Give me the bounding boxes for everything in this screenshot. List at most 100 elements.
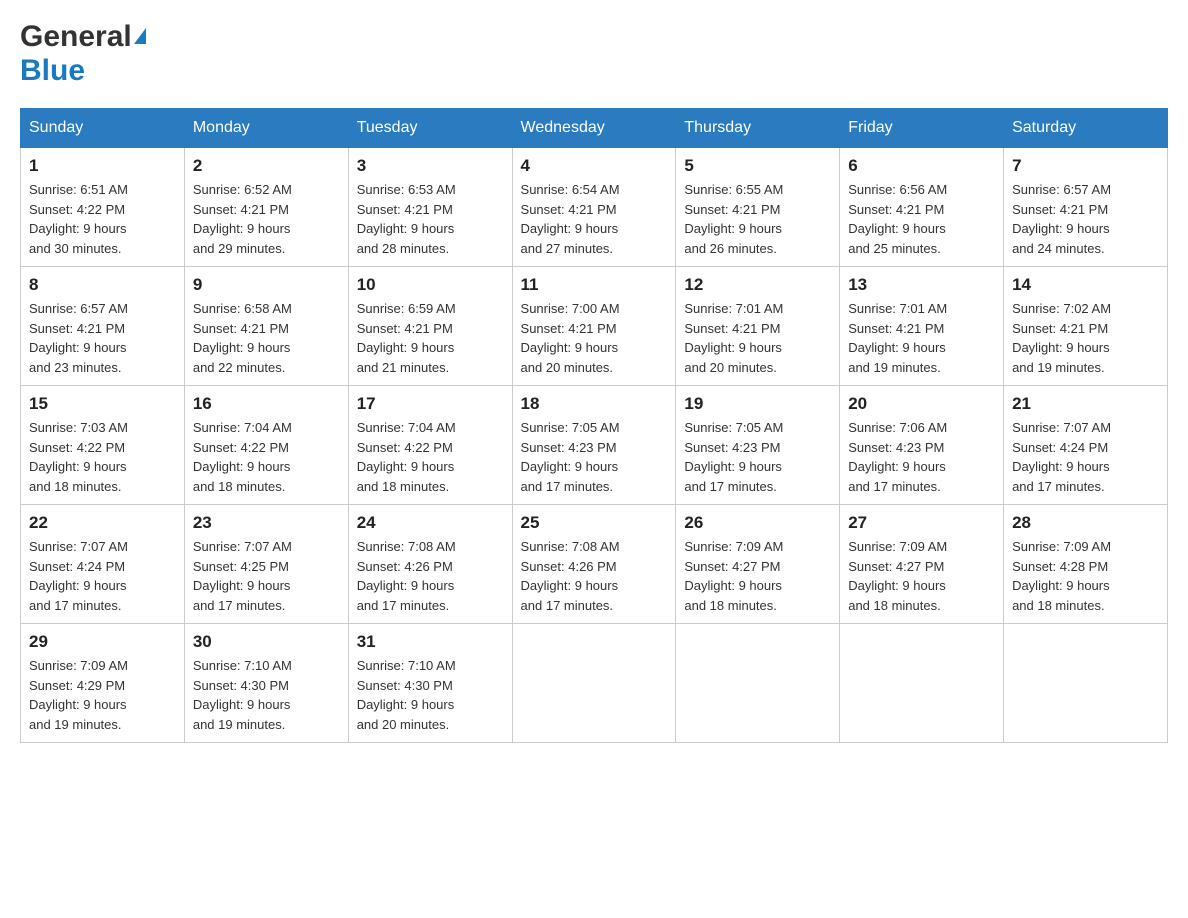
page-header: General Blue — [20, 20, 1168, 88]
day-number: 26 — [684, 513, 831, 533]
day-info: Sunrise: 7:05 AM Sunset: 4:23 PM Dayligh… — [684, 418, 831, 496]
calendar-cell: 21 Sunrise: 7:07 AM Sunset: 4:24 PM Dayl… — [1004, 386, 1168, 505]
calendar-cell — [512, 624, 676, 743]
day-info: Sunrise: 7:10 AM Sunset: 4:30 PM Dayligh… — [357, 656, 504, 734]
day-header-wednesday: Wednesday — [512, 109, 676, 148]
calendar-cell: 31 Sunrise: 7:10 AM Sunset: 4:30 PM Dayl… — [348, 624, 512, 743]
calendar-cell: 5 Sunrise: 6:55 AM Sunset: 4:21 PM Dayli… — [676, 148, 840, 267]
calendar-cell: 10 Sunrise: 6:59 AM Sunset: 4:21 PM Dayl… — [348, 267, 512, 386]
calendar-cell: 26 Sunrise: 7:09 AM Sunset: 4:27 PM Dayl… — [676, 505, 840, 624]
calendar-cell: 8 Sunrise: 6:57 AM Sunset: 4:21 PM Dayli… — [21, 267, 185, 386]
day-number: 21 — [1012, 394, 1159, 414]
day-info: Sunrise: 6:59 AM Sunset: 4:21 PM Dayligh… — [357, 299, 504, 377]
week-row-2: 8 Sunrise: 6:57 AM Sunset: 4:21 PM Dayli… — [21, 267, 1168, 386]
week-row-1: 1 Sunrise: 6:51 AM Sunset: 4:22 PM Dayli… — [21, 148, 1168, 267]
calendar-cell — [676, 624, 840, 743]
day-info: Sunrise: 7:07 AM Sunset: 4:24 PM Dayligh… — [29, 537, 176, 615]
day-info: Sunrise: 7:02 AM Sunset: 4:21 PM Dayligh… — [1012, 299, 1159, 377]
logo-general-text: General — [20, 20, 132, 54]
calendar-cell: 11 Sunrise: 7:00 AM Sunset: 4:21 PM Dayl… — [512, 267, 676, 386]
calendar-table: SundayMondayTuesdayWednesdayThursdayFrid… — [20, 108, 1168, 743]
day-number: 29 — [29, 632, 176, 652]
day-number: 19 — [684, 394, 831, 414]
day-number: 8 — [29, 275, 176, 295]
calendar-cell: 18 Sunrise: 7:05 AM Sunset: 4:23 PM Dayl… — [512, 386, 676, 505]
day-number: 25 — [521, 513, 668, 533]
day-number: 13 — [848, 275, 995, 295]
day-number: 22 — [29, 513, 176, 533]
day-info: Sunrise: 7:01 AM Sunset: 4:21 PM Dayligh… — [684, 299, 831, 377]
day-info: Sunrise: 7:09 AM Sunset: 4:28 PM Dayligh… — [1012, 537, 1159, 615]
day-info: Sunrise: 6:53 AM Sunset: 4:21 PM Dayligh… — [357, 180, 504, 258]
calendar-cell — [1004, 624, 1168, 743]
day-number: 9 — [193, 275, 340, 295]
calendar-cell: 16 Sunrise: 7:04 AM Sunset: 4:22 PM Dayl… — [184, 386, 348, 505]
day-info: Sunrise: 6:58 AM Sunset: 4:21 PM Dayligh… — [193, 299, 340, 377]
calendar-cell: 30 Sunrise: 7:10 AM Sunset: 4:30 PM Dayl… — [184, 624, 348, 743]
day-info: Sunrise: 7:07 AM Sunset: 4:24 PM Dayligh… — [1012, 418, 1159, 496]
calendar-cell: 24 Sunrise: 7:08 AM Sunset: 4:26 PM Dayl… — [348, 505, 512, 624]
day-number: 17 — [357, 394, 504, 414]
day-header-thursday: Thursday — [676, 109, 840, 148]
calendar-cell: 12 Sunrise: 7:01 AM Sunset: 4:21 PM Dayl… — [676, 267, 840, 386]
day-info: Sunrise: 7:06 AM Sunset: 4:23 PM Dayligh… — [848, 418, 995, 496]
calendar-cell: 2 Sunrise: 6:52 AM Sunset: 4:21 PM Dayli… — [184, 148, 348, 267]
calendar-cell: 22 Sunrise: 7:07 AM Sunset: 4:24 PM Dayl… — [21, 505, 185, 624]
day-number: 18 — [521, 394, 668, 414]
calendar-cell: 1 Sunrise: 6:51 AM Sunset: 4:22 PM Dayli… — [21, 148, 185, 267]
day-number: 1 — [29, 156, 176, 176]
calendar-cell: 28 Sunrise: 7:09 AM Sunset: 4:28 PM Dayl… — [1004, 505, 1168, 624]
day-number: 31 — [357, 632, 504, 652]
day-number: 4 — [521, 156, 668, 176]
calendar-cell: 3 Sunrise: 6:53 AM Sunset: 4:21 PM Dayli… — [348, 148, 512, 267]
calendar-cell: 7 Sunrise: 6:57 AM Sunset: 4:21 PM Dayli… — [1004, 148, 1168, 267]
calendar-cell: 19 Sunrise: 7:05 AM Sunset: 4:23 PM Dayl… — [676, 386, 840, 505]
day-info: Sunrise: 7:01 AM Sunset: 4:21 PM Dayligh… — [848, 299, 995, 377]
day-number: 6 — [848, 156, 995, 176]
day-info: Sunrise: 6:56 AM Sunset: 4:21 PM Dayligh… — [848, 180, 995, 258]
day-info: Sunrise: 6:54 AM Sunset: 4:21 PM Dayligh… — [521, 180, 668, 258]
logo-triangle-icon — [134, 28, 146, 44]
calendar-cell: 13 Sunrise: 7:01 AM Sunset: 4:21 PM Dayl… — [840, 267, 1004, 386]
day-info: Sunrise: 6:51 AM Sunset: 4:22 PM Dayligh… — [29, 180, 176, 258]
day-number: 5 — [684, 156, 831, 176]
day-number: 14 — [1012, 275, 1159, 295]
calendar-cell: 9 Sunrise: 6:58 AM Sunset: 4:21 PM Dayli… — [184, 267, 348, 386]
logo-blue-text: Blue — [20, 54, 85, 87]
day-number: 23 — [193, 513, 340, 533]
calendar-cell: 14 Sunrise: 7:02 AM Sunset: 4:21 PM Dayl… — [1004, 267, 1168, 386]
day-info: Sunrise: 7:04 AM Sunset: 4:22 PM Dayligh… — [193, 418, 340, 496]
day-info: Sunrise: 7:10 AM Sunset: 4:30 PM Dayligh… — [193, 656, 340, 734]
week-row-4: 22 Sunrise: 7:07 AM Sunset: 4:24 PM Dayl… — [21, 505, 1168, 624]
day-number: 15 — [29, 394, 176, 414]
calendar-cell: 27 Sunrise: 7:09 AM Sunset: 4:27 PM Dayl… — [840, 505, 1004, 624]
week-row-5: 29 Sunrise: 7:09 AM Sunset: 4:29 PM Dayl… — [21, 624, 1168, 743]
day-header-saturday: Saturday — [1004, 109, 1168, 148]
day-info: Sunrise: 7:00 AM Sunset: 4:21 PM Dayligh… — [521, 299, 668, 377]
calendar-cell: 25 Sunrise: 7:08 AM Sunset: 4:26 PM Dayl… — [512, 505, 676, 624]
calendar-cell: 4 Sunrise: 6:54 AM Sunset: 4:21 PM Dayli… — [512, 148, 676, 267]
calendar-cell: 20 Sunrise: 7:06 AM Sunset: 4:23 PM Dayl… — [840, 386, 1004, 505]
day-info: Sunrise: 7:05 AM Sunset: 4:23 PM Dayligh… — [521, 418, 668, 496]
day-number: 20 — [848, 394, 995, 414]
calendar-cell: 23 Sunrise: 7:07 AM Sunset: 4:25 PM Dayl… — [184, 505, 348, 624]
day-info: Sunrise: 7:08 AM Sunset: 4:26 PM Dayligh… — [357, 537, 504, 615]
calendar-cell: 6 Sunrise: 6:56 AM Sunset: 4:21 PM Dayli… — [840, 148, 1004, 267]
calendar-cell: 17 Sunrise: 7:04 AM Sunset: 4:22 PM Dayl… — [348, 386, 512, 505]
day-number: 11 — [521, 275, 668, 295]
day-number: 16 — [193, 394, 340, 414]
day-info: Sunrise: 7:07 AM Sunset: 4:25 PM Dayligh… — [193, 537, 340, 615]
day-number: 3 — [357, 156, 504, 176]
day-number: 27 — [848, 513, 995, 533]
day-number: 2 — [193, 156, 340, 176]
day-info: Sunrise: 7:03 AM Sunset: 4:22 PM Dayligh… — [29, 418, 176, 496]
day-number: 30 — [193, 632, 340, 652]
calendar-cell: 15 Sunrise: 7:03 AM Sunset: 4:22 PM Dayl… — [21, 386, 185, 505]
day-header-monday: Monday — [184, 109, 348, 148]
day-info: Sunrise: 7:09 AM Sunset: 4:29 PM Dayligh… — [29, 656, 176, 734]
logo: General Blue — [20, 20, 148, 88]
day-info: Sunrise: 7:09 AM Sunset: 4:27 PM Dayligh… — [848, 537, 995, 615]
day-header-friday: Friday — [840, 109, 1004, 148]
day-info: Sunrise: 6:52 AM Sunset: 4:21 PM Dayligh… — [193, 180, 340, 258]
day-info: Sunrise: 7:09 AM Sunset: 4:27 PM Dayligh… — [684, 537, 831, 615]
